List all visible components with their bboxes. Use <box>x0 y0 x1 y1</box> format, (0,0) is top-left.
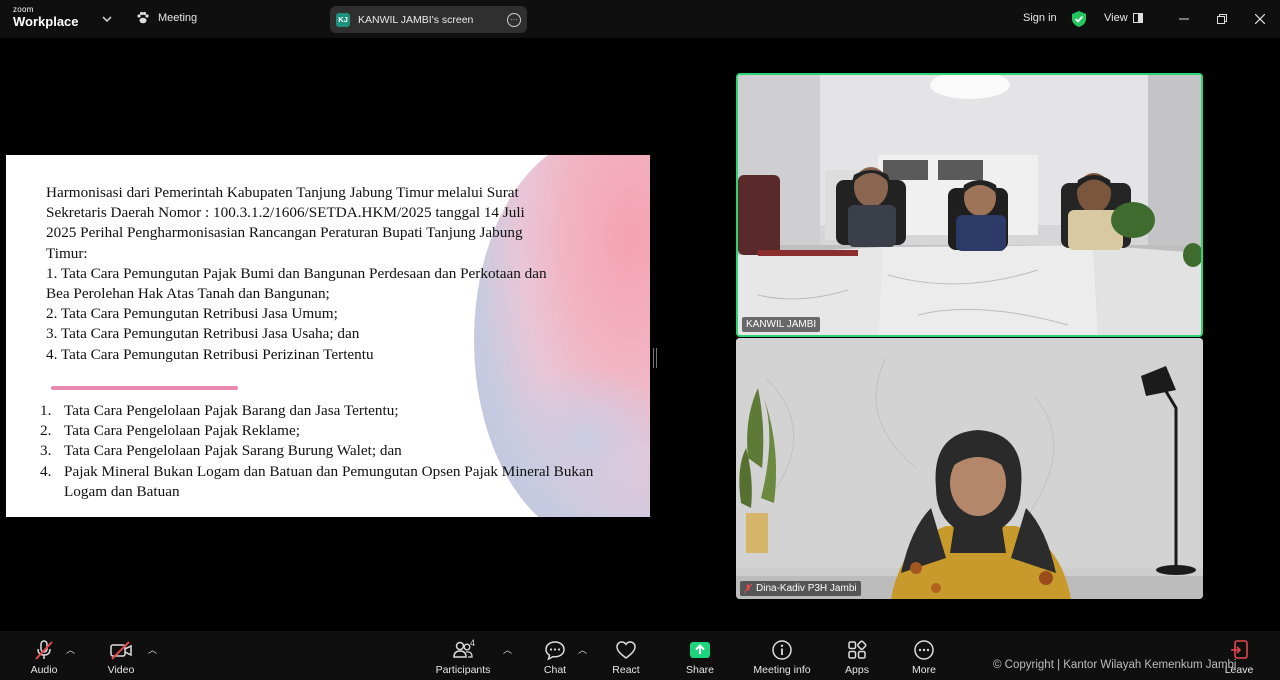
speaker-video <box>736 338 1203 599</box>
muted-microphone-icon <box>35 640 53 660</box>
screen-avatar: KJ <box>336 12 350 27</box>
security-shield-icon[interactable] <box>1071 10 1087 28</box>
participants-options-chevron-icon[interactable]: ︿ <box>503 643 512 656</box>
slide-line: Harmonisasi dari Pemerintah Kabupaten Ta… <box>46 184 519 201</box>
view-button[interactable]: View <box>1104 12 1143 24</box>
meeting-menu[interactable]: Meeting <box>136 11 197 25</box>
slide-numbered-list: 1. Tata Cara Pengelolaan Pajak Barang da… <box>40 401 620 502</box>
slide-line: 3. Tata Cara Pemungutan Retribusi Jasa U… <box>46 325 360 343</box>
audio-label: Audio <box>30 664 58 676</box>
participant-name-tag: KANWIL JAMBI <box>742 317 821 332</box>
list-number: 1. <box>40 402 52 419</box>
more-label: More <box>912 664 936 676</box>
video-options-chevron-icon[interactable]: ︿ <box>148 643 157 656</box>
list-item: 2. Tata Cara Pengelolaan Pajak Reklame; <box>40 421 620 441</box>
view-label: View <box>1104 12 1128 24</box>
info-icon <box>772 640 792 660</box>
slide-line: 2025 Perihal Pengharmonisasian Rancangan… <box>46 224 523 242</box>
list-item: 3. Tata Cara Pengelolaan Pajak Sarang Bu… <box>40 441 620 461</box>
participant-name: Dina-Kadiv P3H Jambi <box>756 583 857 594</box>
slide-line: 1. Tata Cara Pemungutan Pajak Bumi dan B… <box>46 264 547 282</box>
slide-line: Timur: <box>46 244 88 262</box>
zoom-logo: zoom Workplace <box>13 5 79 29</box>
meeting-label: Meeting <box>158 12 198 24</box>
apps-icon <box>848 640 867 659</box>
slide-line: Bea Perolehan Hak Atas Tanah dan Banguna… <box>46 285 330 303</box>
list-number: 4. <box>40 462 52 480</box>
video-button[interactable]: Video <box>86 639 156 676</box>
slide-line: 4. Tata Cara Pemungutan Retribusi Perizi… <box>46 345 374 363</box>
sign-in-link[interactable]: Sign in <box>1023 12 1057 24</box>
resize-handle[interactable] <box>653 348 657 368</box>
share-button[interactable]: Share <box>665 639 735 676</box>
meeting-info-label: Meeting info <box>753 664 811 676</box>
leave-door-icon <box>1231 640 1248 659</box>
slide-line: 2. Tata Cara Pemungutan Retribusi Jasa U… <box>46 305 338 323</box>
list-number: 2. <box>40 422 52 440</box>
list-text: Pajak Mineral Bukan Logam dan Batuan dan… <box>64 462 594 500</box>
top-bar: zoom Workplace Meeting KJ KANWIL JAMBI's… <box>0 0 1280 38</box>
react-button[interactable]: React <box>591 639 661 676</box>
share-screen-icon <box>690 642 710 658</box>
video-label: Video <box>107 664 135 676</box>
list-item: 1. Tata Cara Pengelolaan Pajak Barang da… <box>40 401 620 421</box>
list-text: Tata Cara Pengelolaan Pajak Sarang Burun… <box>64 442 402 460</box>
video-off-icon <box>110 641 132 660</box>
apps-button[interactable]: Apps <box>822 639 892 676</box>
grid-view-icon <box>1132 13 1143 23</box>
restore-icon[interactable] <box>1212 9 1232 29</box>
paw-icon <box>137 11 149 24</box>
muted-mic-icon <box>744 583 752 593</box>
participants-button[interactable]: 4 Participants <box>428 638 498 676</box>
participant-name-tag: Dina-Kadiv P3H Jambi <box>740 581 861 596</box>
chat-options-chevron-icon[interactable]: ︿ <box>578 643 587 656</box>
more-options-icon[interactable]: ··· <box>507 12 521 27</box>
participant-name: KANWIL JAMBI <box>746 319 817 330</box>
video-tile-kanwil-jambi[interactable]: KANWIL JAMBI <box>736 73 1203 337</box>
audio-options-chevron-icon[interactable]: ︿ <box>66 643 75 656</box>
participants-count: 4 <box>470 638 476 648</box>
list-text: Tata Cara Pengelolaan Pajak Barang dan J… <box>64 402 399 419</box>
logo-small-text: zoom <box>13 5 34 14</box>
chevron-down-icon[interactable] <box>100 12 114 26</box>
logo-big-text: Workplace <box>13 14 79 29</box>
slide-line: Sekretaris Daerah Nomor : 100.3.1.2/1606… <box>46 204 525 222</box>
meeting-info-button[interactable]: Meeting info <box>747 639 817 676</box>
participants-label: Participants <box>435 664 491 676</box>
react-label: React <box>612 664 640 676</box>
apps-label: Apps <box>845 664 869 676</box>
video-tile-dina[interactable]: Dina-Kadiv P3H Jambi <box>736 338 1203 599</box>
minimize-icon[interactable] <box>1174 9 1194 29</box>
list-text: Tata Cara Pengelolaan Pajak Reklame; <box>64 422 300 440</box>
heart-icon <box>616 641 636 659</box>
chat-label: Chat <box>543 664 567 676</box>
share-label: Share <box>685 664 715 676</box>
chat-icon <box>545 641 565 661</box>
copyright-watermark: © Copyright | Kantor Wilayah Kemenkum Ja… <box>993 659 1237 671</box>
slide-paragraph: Harmonisasi dari Pemerintah Kabupaten Ta… <box>46 183 611 365</box>
list-item: 4. Pajak Mineral Bukan Logam dan Batuan … <box>40 462 620 502</box>
screen-share-label: KANWIL JAMBI's screen <box>358 13 474 26</box>
more-button[interactable]: More <box>889 639 959 676</box>
pink-divider <box>51 386 238 390</box>
conference-room-video <box>738 75 1201 335</box>
more-icon <box>914 640 934 660</box>
list-number: 3. <box>40 442 52 460</box>
shared-screen-slide: Harmonisasi dari Pemerintah Kabupaten Ta… <box>6 155 650 517</box>
close-icon[interactable] <box>1250 9 1270 29</box>
screen-share-indicator[interactable]: KJ KANWIL JAMBI's screen ··· <box>330 6 527 33</box>
